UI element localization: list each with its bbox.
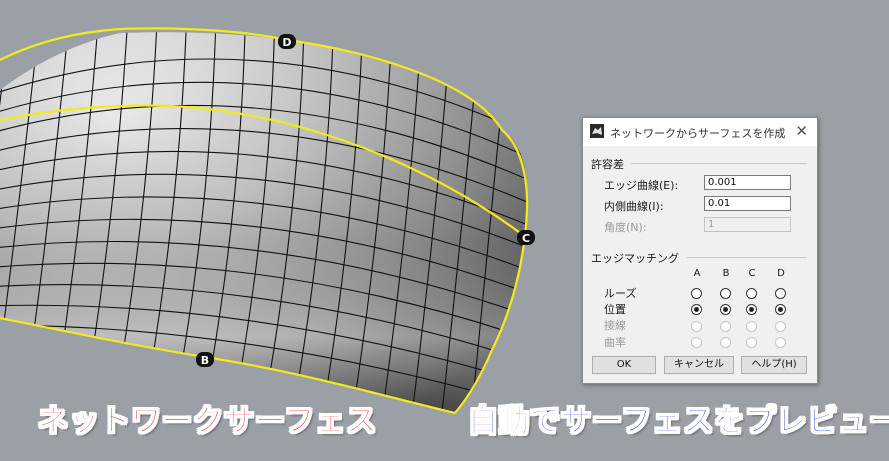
caption-auto-preview: 自動でサーフェスをプレビュー (467, 404, 889, 440)
svg-text:C: C (522, 232, 530, 245)
radio-loose-a[interactable] (691, 288, 702, 299)
radio-curvature-a[interactable] (691, 337, 702, 348)
interior-curves-tolerance-input[interactable] (704, 196, 791, 211)
radio-tangency-d[interactable] (775, 321, 786, 332)
dialog-titlebar[interactable]: ネットワークからサーフェスを作成 ✕ (583, 118, 817, 146)
radio-curvature-d[interactable] (775, 337, 786, 348)
angle-label: 角度(N): (604, 221, 647, 234)
radio-curvature-c[interactable] (746, 337, 757, 348)
tolerance-group-divider (631, 163, 807, 164)
rhino-app-icon (590, 124, 604, 138)
radio-loose-c[interactable] (746, 288, 757, 299)
row-label-loose: ルーズ (604, 287, 637, 300)
edge-matching-group-divider (687, 257, 807, 258)
row-label-tangency: 接線 (604, 319, 626, 332)
point-label-d: D (278, 34, 296, 49)
close-icon[interactable]: ✕ (795, 122, 808, 140)
edge-column-a: A (693, 268, 701, 279)
network-surface-dialog: ネットワークからサーフェスを作成 ✕ 許容差 エッジ曲線(E): 内側曲線(I)… (582, 117, 818, 384)
radio-position-b[interactable] (720, 304, 731, 315)
svg-text:D: D (282, 36, 291, 49)
edge-matching-group-title: エッジマッチング (591, 252, 679, 265)
radio-loose-d[interactable] (775, 288, 786, 299)
tolerance-group-title: 許容差 (591, 158, 624, 171)
radio-curvature-b[interactable] (720, 337, 731, 348)
edge-curves-label: エッジ曲線(E): (604, 179, 679, 192)
dialog-title: ネットワークからサーフェスを作成 (610, 127, 786, 140)
row-label-curvature: 曲率 (604, 336, 626, 349)
radio-tangency-b[interactable] (720, 321, 731, 332)
point-label-c: C (517, 230, 535, 245)
radio-tangency-a[interactable] (691, 321, 702, 332)
radio-tangency-c[interactable] (746, 321, 757, 332)
ok-button[interactable]: OK (592, 356, 656, 374)
point-label-b: B (196, 352, 214, 367)
radio-position-c[interactable] (746, 304, 757, 315)
interior-curves-label: 内側曲線(I): (604, 200, 664, 213)
radio-loose-b[interactable] (720, 288, 731, 299)
svg-text:B: B (201, 354, 209, 367)
edge-column-b: B (722, 268, 730, 279)
edge-curves-tolerance-input[interactable] (704, 175, 791, 190)
angle-tolerance-input[interactable] (704, 217, 791, 232)
caption-network-surface: ネットワークサーフェス (37, 404, 378, 440)
cancel-button[interactable]: キャンセル (664, 356, 734, 374)
help-button[interactable]: ヘルプ(H) (741, 356, 807, 374)
radio-position-d[interactable] (775, 304, 786, 315)
row-label-position: 位置 (604, 303, 626, 316)
edge-column-c: C (748, 268, 756, 279)
edge-column-d: D (777, 268, 785, 279)
radio-position-a[interactable] (691, 304, 702, 315)
